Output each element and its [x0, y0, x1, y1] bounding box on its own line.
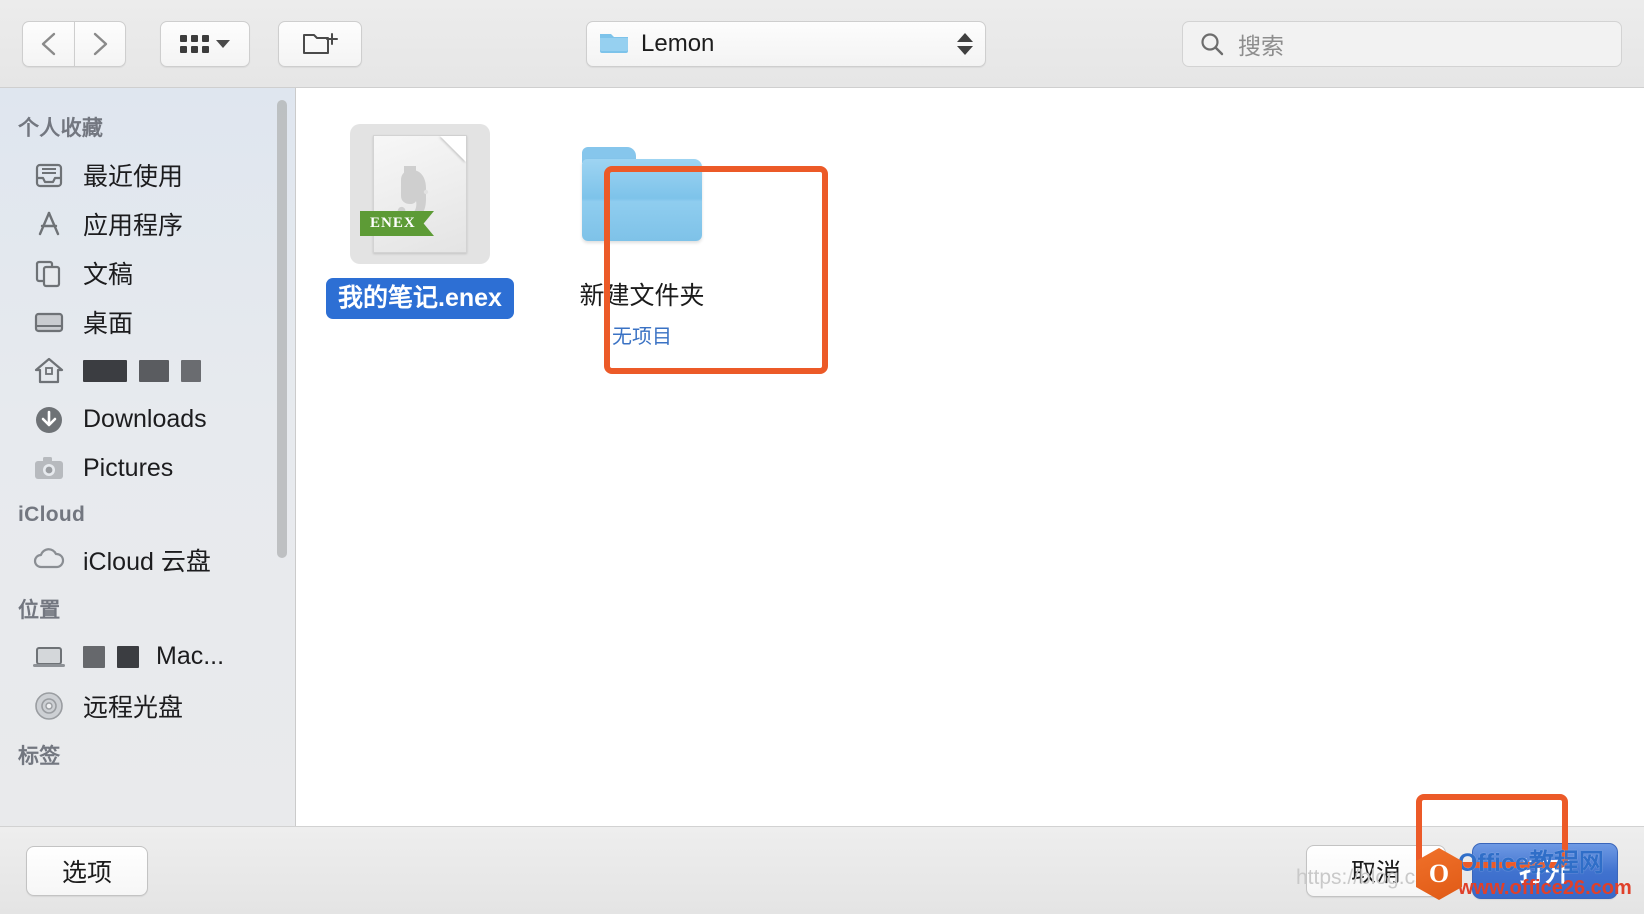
file-item-enex[interactable]: ENEX 我的笔记.enex: [322, 110, 518, 320]
sidebar-section-tags-title: 标签: [18, 745, 61, 768]
remote-disc-icon: [32, 689, 66, 723]
forward-button[interactable]: [74, 20, 126, 67]
sidebar: 个人收藏 最近使用 应用程序 文稿 桌面 Downloads Pictures …: [0, 88, 296, 826]
applications-icon: [32, 207, 66, 241]
chevron-right-icon: [93, 32, 108, 55]
sidebar-scrollbar[interactable]: [277, 100, 287, 558]
sidebar-section-icloud-title: iCloud: [18, 503, 86, 526]
folder-icon: [599, 30, 629, 59]
sidebar-item-label: Mac...: [156, 642, 225, 670]
chevron-down-icon: [216, 39, 230, 48]
documents-icon: [32, 256, 66, 290]
back-button[interactable]: [22, 20, 74, 67]
sidebar-item-label: Downloads: [83, 405, 207, 433]
sidebar-item-pictures[interactable]: Pictures: [0, 444, 295, 493]
laptop-icon: [32, 640, 66, 674]
sidebar-section-favorites-title: 个人收藏: [18, 117, 104, 140]
pictures-icon: [32, 452, 66, 486]
home-icon: [32, 354, 66, 388]
icloud-drive-icon: [32, 543, 66, 577]
stepper-updown-icon: [957, 33, 973, 55]
search-field[interactable]: 搜索: [1182, 21, 1622, 67]
downloads-icon: [32, 403, 66, 437]
footer-bar: 选项 取消 打开: [0, 826, 1644, 914]
recents-icon: [32, 158, 66, 192]
dialog-body: 个人收藏 最近使用 应用程序 文稿 桌面 Downloads Pictures …: [0, 88, 1644, 826]
view-options-button[interactable]: [160, 20, 250, 67]
sidebar-item-remote-disc[interactable]: 远程光盘: [0, 681, 295, 730]
desktop-icon: [32, 305, 66, 339]
chevron-left-icon: [41, 32, 55, 55]
file-name-label: 我的笔记.enex: [326, 278, 514, 320]
sidebar-item-mac[interactable]: Mac...: [0, 632, 295, 681]
cancel-button[interactable]: 取消: [1306, 844, 1446, 897]
sidebar-item-label: iCloud 云盘: [83, 547, 211, 576]
sidebar-item-recents[interactable]: 最近使用: [0, 150, 295, 199]
footer-action-buttons: 取消 打开: [1306, 842, 1618, 899]
current-folder-label: Lemon: [641, 30, 715, 57]
navigation-buttons: [22, 20, 126, 67]
sidebar-item-label: 桌面: [83, 309, 134, 338]
sidebar-item-label: 远程光盘: [83, 693, 184, 722]
new-folder-button[interactable]: [278, 20, 362, 67]
sidebar-item-home-redacted-label: [83, 359, 201, 382]
sidebar-section-locations-title: 位置: [18, 599, 61, 622]
sidebar-item-label: Pictures: [83, 454, 174, 482]
search-placeholder: 搜索: [1238, 33, 1284, 59]
sidebar-item-home[interactable]: [0, 346, 295, 395]
file-browser-area[interactable]: ENEX 我的笔记.enex 新建文件夹 无项目: [296, 88, 1644, 826]
enex-badge: ENEX: [360, 211, 434, 236]
evernote-enex-file-icon: ENEX: [350, 124, 490, 264]
sidebar-item-label: 文稿: [83, 260, 134, 289]
icon-view-grid-icon: [180, 34, 209, 53]
open-file-dialog: Lemon 搜索 个人收藏 最近使用 应用程序 文稿 桌面 Downloads …: [0, 0, 1644, 914]
sidebar-item-label: 应用程序: [83, 211, 184, 240]
sidebar-item-applications[interactable]: 应用程序: [0, 199, 295, 248]
folder-name-label: 新建文件夹: [579, 282, 705, 310]
path-popup-button[interactable]: Lemon: [586, 21, 986, 67]
folder-item-count: 无项目: [612, 326, 672, 349]
sidebar-item-label: 最近使用: [83, 162, 184, 191]
sidebar-item-desktop[interactable]: 桌面: [0, 297, 295, 346]
sidebar-item-icloud-drive[interactable]: iCloud 云盘: [0, 535, 295, 584]
sidebar-item-downloads[interactable]: Downloads: [0, 395, 295, 444]
toolbar: Lemon 搜索: [0, 0, 1644, 88]
new-folder-icon: [303, 32, 338, 54]
file-item-new-folder[interactable]: 新建文件夹 无项目: [544, 110, 740, 349]
options-button[interactable]: 选项: [26, 845, 148, 896]
file-grid: ENEX 我的笔记.enex 新建文件夹 无项目: [322, 110, 1644, 349]
sidebar-item-mac-redacted-prefix: [83, 645, 139, 668]
folder-icon: [572, 124, 712, 264]
open-button[interactable]: 打开: [1472, 842, 1618, 899]
search-icon: [1201, 33, 1224, 56]
sidebar-item-documents[interactable]: 文稿: [0, 248, 295, 297]
